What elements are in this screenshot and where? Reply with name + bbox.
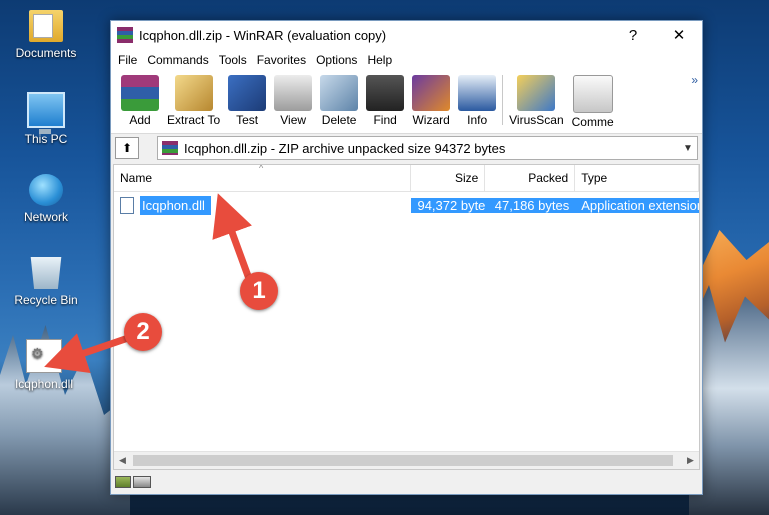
view-label: View: [280, 113, 307, 127]
info-label: Info: [467, 113, 488, 127]
desktop-icon-this-pc[interactable]: This PC: [8, 92, 84, 146]
computer-icon: [27, 92, 65, 134]
column-type[interactable]: Type: [575, 165, 699, 191]
toolbar-separator: [502, 75, 504, 125]
test-check-icon: [228, 75, 267, 111]
file-packed-size: 47,186 bytes: [485, 197, 576, 213]
file-size: 94,372 bytes: [411, 197, 486, 213]
menu-bar: File Commands Tools Favorites Options He…: [111, 49, 702, 71]
add-label: Add: [129, 113, 151, 127]
delete-recycle-icon: [320, 75, 359, 111]
desktop-icon-recycle-bin[interactable]: Recycle Bin: [8, 257, 84, 307]
test-button[interactable]: Test: [224, 75, 270, 127]
desktop-icon-network[interactable]: Network: [8, 174, 84, 224]
winrar-window: Icqphon.dll.zip - WinRAR (evaluation cop…: [110, 20, 703, 495]
desktop-icon-dll-file[interactable]: Icqphon.dll: [6, 339, 82, 391]
dll-file-icon: [26, 339, 62, 373]
view-glasses-icon: [274, 75, 313, 111]
desktop-icon-label: Network: [23, 210, 68, 224]
horizontal-scrollbar[interactable]: ◀ ▶: [114, 451, 699, 469]
info-button[interactable]: Info: [454, 75, 500, 127]
close-button[interactable]: ✕: [656, 21, 702, 49]
file-type: Application extension: [575, 197, 699, 213]
toolbar-overflow-chevron-icon[interactable]: »: [691, 73, 698, 87]
drive-icon[interactable]: [115, 476, 131, 488]
virusscan-icon: [517, 75, 556, 111]
desktop-icon-label: This PC: [24, 132, 68, 146]
extract-to-button[interactable]: Extract To: [163, 75, 224, 127]
delete-label: Delete: [321, 113, 357, 127]
extract-folder-icon: [174, 75, 213, 111]
menu-help[interactable]: Help: [362, 53, 397, 67]
scrollbar-thumb[interactable]: [133, 455, 673, 466]
winrar-app-icon: [117, 27, 133, 43]
desktop-icon-label: Icqphon.dll: [14, 377, 74, 391]
up-folder-icon: ⬆: [121, 141, 133, 155]
extract-to-label: Extract To: [167, 113, 221, 127]
menu-commands[interactable]: Commands: [142, 53, 213, 67]
wizard-label: Wizard: [412, 113, 450, 127]
chevron-down-icon[interactable]: ▼: [679, 143, 697, 154]
network-icon: [29, 174, 63, 206]
scroll-right-icon[interactable]: ▶: [682, 455, 699, 466]
comment-label: Comme: [571, 115, 614, 129]
title-bar[interactable]: Icqphon.dll.zip - WinRAR (evaluation cop…: [111, 21, 702, 49]
column-size[interactable]: Size: [411, 165, 486, 191]
menu-file[interactable]: File: [113, 53, 142, 67]
comment-icon: [572, 75, 613, 113]
file-name: Icqphon.dll: [140, 195, 211, 215]
file-list: ^ Name Size Packed Type Icqphon.dll 94,3…: [113, 164, 700, 470]
view-button[interactable]: View: [270, 75, 316, 127]
recycle-bin-icon: [30, 257, 62, 289]
virusscan-button[interactable]: VirusScan: [505, 75, 567, 127]
find-binoculars-icon: [366, 75, 405, 111]
window-title: Icqphon.dll.zip - WinRAR (evaluation cop…: [139, 27, 387, 43]
find-label: Find: [373, 113, 397, 127]
wizard-button[interactable]: Wizard: [408, 75, 454, 127]
delete-button[interactable]: Delete: [316, 75, 362, 127]
column-header-row: ^ Name Size Packed Type: [114, 165, 699, 192]
address-bar: ⬆ Icqphon.dll.zip - ZIP archive unpacked…: [111, 134, 702, 162]
toolbar: Add Extract To Test View Delete Find Wiz…: [111, 71, 702, 134]
step-2-badge: 2: [124, 313, 162, 351]
wizard-icon: [412, 75, 451, 111]
menu-options[interactable]: Options: [311, 53, 362, 67]
archive-path-dropdown[interactable]: Icqphon.dll.zip - ZIP archive unpacked s…: [157, 136, 698, 160]
scroll-left-icon[interactable]: ◀: [114, 455, 131, 466]
add-button[interactable]: Add: [117, 75, 163, 127]
status-bar: [111, 470, 702, 494]
menu-favorites[interactable]: Favorites: [252, 53, 311, 67]
documents-folder-icon: [29, 10, 63, 42]
desktop-icon-documents[interactable]: Documents: [8, 10, 84, 60]
help-button[interactable]: ?: [610, 21, 656, 49]
table-row[interactable]: Icqphon.dll 94,372 bytes 47,186 bytes Ap…: [114, 194, 699, 216]
desktop-icon-label: Recycle Bin: [14, 293, 78, 307]
archive-path-text: Icqphon.dll.zip - ZIP archive unpacked s…: [184, 140, 506, 156]
menu-tools[interactable]: Tools: [214, 53, 252, 67]
up-folder-button[interactable]: ⬆: [115, 137, 139, 159]
comment-button[interactable]: Comme: [568, 75, 618, 129]
sort-ascending-icon: ^: [259, 164, 264, 173]
add-archive-icon: [121, 75, 159, 111]
virusscan-label: VirusScan: [509, 113, 564, 127]
desktop-icon-label: Documents: [15, 46, 77, 60]
info-icon: [458, 75, 497, 111]
test-label: Test: [236, 113, 259, 127]
file-name-cell[interactable]: Icqphon.dll: [114, 195, 411, 215]
zip-archive-icon: [162, 141, 178, 155]
step-1-badge: 1: [240, 272, 278, 310]
find-button[interactable]: Find: [362, 75, 408, 127]
key-icon[interactable]: [133, 476, 151, 488]
column-packed[interactable]: Packed: [485, 165, 576, 191]
scrollbar-track[interactable]: [131, 453, 682, 468]
dll-file-icon: [120, 196, 134, 214]
